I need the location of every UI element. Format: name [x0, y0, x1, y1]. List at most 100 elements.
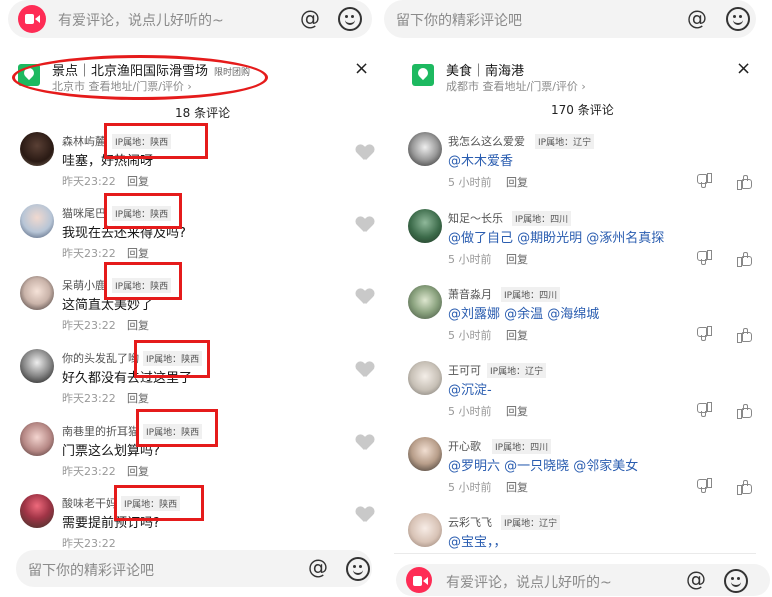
at-icon[interactable]: @ — [687, 6, 707, 30]
comment-text[interactable]: @木木爱香 — [448, 150, 513, 169]
thumbs-up-icon[interactable] — [737, 404, 752, 419]
heart-icon[interactable] — [356, 435, 374, 451]
comment-author[interactable]: 萧音淼月 — [448, 286, 492, 302]
thumbs-down-icon[interactable] — [697, 478, 712, 493]
highlight-box — [104, 123, 208, 159]
comment-author[interactable]: 酸味老干妈 — [62, 495, 117, 511]
comment-author[interactable]: 森林屿麓 — [62, 133, 106, 149]
reply-button[interactable]: 回复 — [127, 317, 149, 333]
poi-card[interactable]: 美食｜南海港 成都市 查看地址/门票/评价 › × — [404, 58, 758, 104]
comment-time: 5 小时前 — [448, 329, 492, 342]
thumbs-up-icon[interactable] — [737, 175, 752, 190]
ip-location-badge: IP属地：四川 — [512, 211, 572, 226]
top-comment-bar[interactable]: 有爱评论，说点儿好听的~ @ — [8, 0, 372, 38]
smile-icon[interactable] — [726, 7, 750, 31]
heart-icon[interactable] — [356, 362, 374, 378]
location-pin-icon — [412, 64, 434, 86]
reply-button[interactable]: 回复 — [506, 251, 528, 267]
smile-icon[interactable] — [346, 557, 370, 581]
close-icon[interactable]: × — [354, 58, 369, 79]
ip-location-badge: IP属地：辽宁 — [535, 134, 595, 149]
camera-icon[interactable] — [406, 567, 432, 593]
thumbs-down-icon[interactable] — [697, 326, 712, 341]
comment-author[interactable]: 猫咪尾巴 — [62, 205, 106, 221]
comment-time: 5 小时前 — [448, 481, 492, 494]
avatar[interactable] — [20, 422, 54, 456]
highlight-box — [114, 485, 204, 521]
comment-text[interactable]: @刘露娜 @余温 @海绵城 — [448, 303, 599, 322]
comment-time: 昨天23:22 — [62, 175, 116, 188]
avatar[interactable] — [408, 285, 442, 319]
comment-placeholder[interactable]: 留下你的精彩评论吧 — [28, 560, 154, 580]
poi-subtitle[interactable]: 成都市 查看地址/门票/评价 › — [446, 78, 586, 94]
avatar[interactable] — [20, 204, 54, 238]
comment-author[interactable]: 开心歌 — [448, 438, 481, 454]
thumbs-down-icon[interactable] — [697, 402, 712, 417]
smile-icon[interactable] — [724, 569, 748, 593]
close-icon[interactable]: × — [736, 58, 751, 79]
thumbs-up-icon[interactable] — [737, 252, 752, 267]
avatar[interactable] — [408, 361, 442, 395]
comment-count: 18 条评论 — [175, 106, 231, 120]
reply-button[interactable]: 回复 — [127, 390, 149, 406]
reply-button[interactable]: 回复 — [127, 463, 149, 479]
heart-icon[interactable] — [356, 289, 374, 305]
avatar[interactable] — [408, 132, 442, 166]
comment-text[interactable]: @沉淀- — [448, 379, 492, 398]
reply-button[interactable]: 回复 — [127, 173, 149, 189]
divider — [394, 553, 756, 554]
ip-location-badge: IP属地：辽宁 — [487, 363, 547, 378]
reply-button[interactable]: 回复 — [506, 174, 528, 190]
comment-author[interactable]: 南巷里的折耳猫 — [62, 423, 139, 439]
avatar[interactable] — [408, 513, 442, 547]
comment-text[interactable]: @罗明六 @一只晓晓 @邻家美女 — [448, 455, 638, 474]
thumbs-up-icon[interactable] — [737, 480, 752, 495]
heart-icon[interactable] — [356, 217, 374, 233]
comment-count: 170 条评论 — [551, 103, 614, 117]
comment-placeholder[interactable]: 有爱评论，说点儿好听的~ — [58, 10, 224, 30]
avatar[interactable] — [20, 132, 54, 166]
highlight-box — [136, 409, 218, 447]
avatar[interactable] — [408, 437, 442, 471]
comment-author[interactable]: 知足～长乐 — [448, 210, 503, 226]
ip-location-badge: IP属地：四川 — [501, 287, 561, 302]
reply-button[interactable]: 回复 — [506, 479, 528, 495]
highlight-ellipse — [12, 55, 268, 100]
avatar[interactable] — [20, 276, 54, 310]
comment-placeholder[interactable]: 留下你的精彩评论吧 — [396, 10, 522, 30]
comment-author[interactable]: 你的头发乱了哟 — [62, 350, 139, 366]
reply-button[interactable]: 回复 — [127, 245, 149, 261]
at-icon[interactable]: @ — [300, 6, 320, 30]
avatar[interactable] — [20, 349, 54, 383]
thumbs-down-icon[interactable] — [697, 250, 712, 265]
comment-time: 昨天23:22 — [62, 319, 116, 332]
at-icon[interactable]: @ — [686, 567, 706, 591]
comment-author[interactable]: 云彩飞飞 — [448, 514, 492, 530]
bottom-comment-bar[interactable]: 有爱评论，说点儿好听的~ @ — [396, 564, 770, 596]
bottom-comment-bar[interactable]: 留下你的精彩评论吧 @ — [16, 550, 372, 587]
comment-time: 5 小时前 — [448, 176, 492, 189]
reply-button[interactable]: 回复 — [506, 403, 528, 419]
top-comment-bar[interactable]: 留下你的精彩评论吧 @ — [384, 0, 756, 38]
ip-location-badge: IP属地：四川 — [492, 439, 552, 454]
heart-icon[interactable] — [356, 507, 374, 523]
comment-placeholder[interactable]: 有爱评论，说点儿好听的~ — [446, 572, 612, 592]
thumbs-down-icon[interactable] — [697, 173, 712, 188]
comment-text[interactable]: @做了自己 @期盼光明 @涿州名真探 — [448, 227, 664, 246]
comment-time: 昨天23:22 — [62, 247, 116, 260]
comment-author[interactable]: 我怎么这么爱爱 — [448, 133, 525, 149]
smile-icon[interactable] — [338, 7, 362, 31]
heart-icon[interactable] — [356, 145, 374, 161]
avatar[interactable] — [408, 209, 442, 243]
comment-time: 5 小时前 — [448, 405, 492, 418]
highlight-box — [104, 193, 182, 229]
camera-icon[interactable] — [18, 5, 46, 33]
comment-author[interactable]: 呆萌小鹿 — [62, 277, 106, 293]
comment-text[interactable]: @宝宝，， — [448, 531, 507, 550]
at-icon[interactable]: @ — [308, 555, 328, 579]
poi-title: 美食｜南海港 — [446, 64, 525, 79]
thumbs-up-icon[interactable] — [737, 328, 752, 343]
comment-author[interactable]: 王可可 — [448, 362, 481, 378]
reply-button[interactable]: 回复 — [506, 327, 528, 343]
avatar[interactable] — [20, 494, 54, 528]
